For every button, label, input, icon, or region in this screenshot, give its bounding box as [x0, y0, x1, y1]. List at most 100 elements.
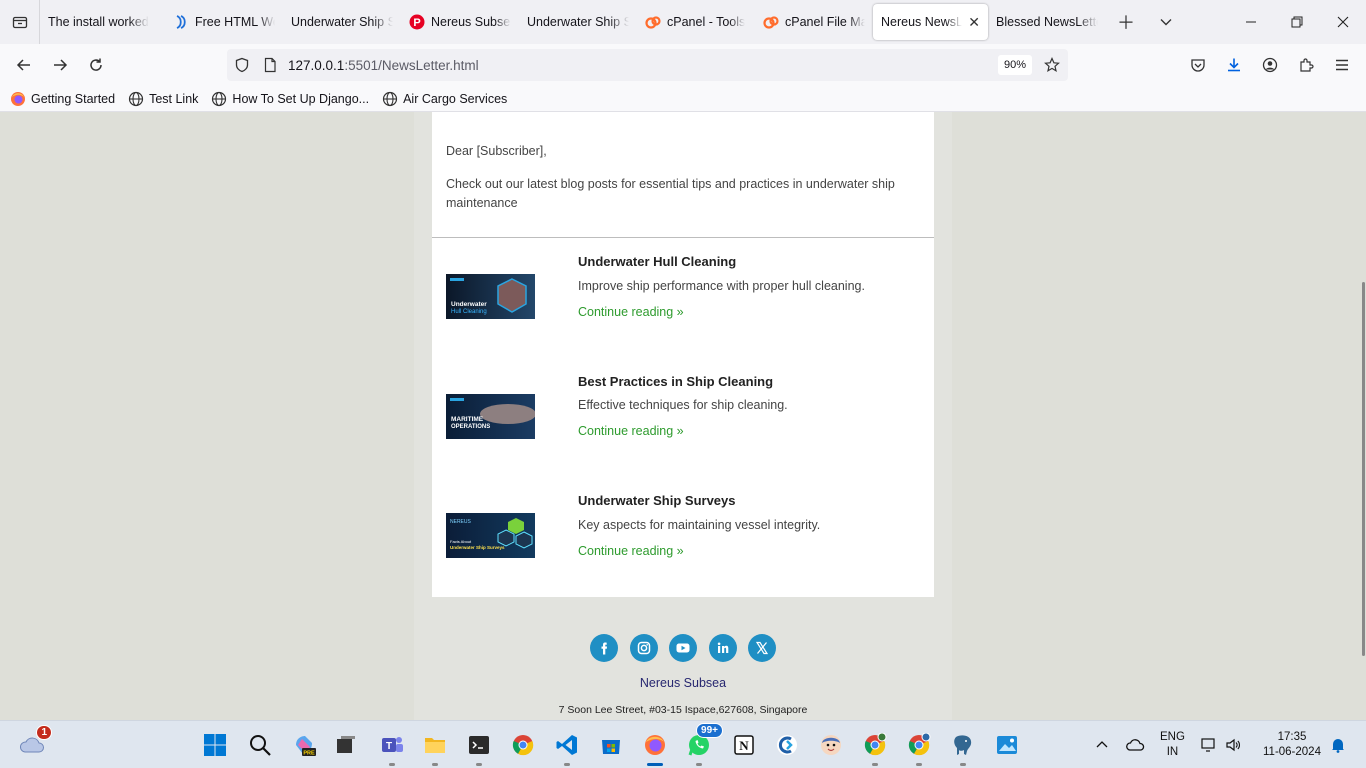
pgadmin-button[interactable] — [947, 729, 979, 766]
vscode-button[interactable] — [551, 729, 583, 766]
task-view-button[interactable] — [330, 729, 362, 761]
bookmark-test-link[interactable]: Test Link — [128, 91, 198, 107]
windows-icon — [204, 734, 226, 756]
chrome-icon — [864, 733, 887, 756]
onedrive-button[interactable] — [1126, 721, 1146, 768]
scrollbar-thumb[interactable] — [1362, 282, 1365, 656]
menu-button[interactable] — [1326, 49, 1358, 81]
bookmark-getting-started[interactable]: Getting Started — [10, 91, 115, 107]
page-scrollbar[interactable] — [1360, 112, 1366, 720]
globe-icon — [211, 91, 227, 107]
downloads-button[interactable] — [1218, 49, 1250, 81]
facebook-icon[interactable] — [590, 634, 618, 662]
copilot-button[interactable]: PRE — [288, 729, 320, 761]
divider — [432, 237, 934, 238]
blog-post: NEREUS Facts About Underwater Ship Surve… — [446, 493, 924, 573]
reload-button[interactable] — [78, 49, 114, 81]
newsletter-card: Dear [Subscriber], Check out our latest … — [432, 112, 934, 597]
x-icon[interactable] — [748, 634, 776, 662]
minimize-button[interactable] — [1228, 0, 1274, 44]
firefox-button[interactable] — [639, 729, 671, 766]
tab-free-html[interactable]: Free HTML We — [165, 4, 283, 40]
tab-underwater-ship-2[interactable]: Underwater Ship S — [519, 4, 637, 40]
new-tab-button[interactable]: ＋ — [1106, 0, 1146, 44]
running-indicator-active — [647, 763, 663, 766]
start-button[interactable] — [199, 729, 231, 761]
plus-icon: ＋ — [1117, 13, 1135, 33]
hamburger-icon — [1336, 59, 1348, 71]
youtube-icon[interactable] — [669, 634, 697, 662]
account-button[interactable] — [1254, 49, 1286, 81]
svg-text:Hull Cleaning: Hull Cleaning — [451, 309, 487, 315]
notion-button[interactable]: N — [728, 729, 760, 761]
url-path: :5501/NewsLetter.html — [344, 57, 479, 73]
svg-text:PRE: PRE — [303, 751, 315, 757]
clock[interactable]: 17:35 11-06-2024 — [1258, 721, 1326, 768]
shield-icon[interactable] — [234, 57, 250, 73]
running-indicator — [872, 763, 878, 766]
continue-reading-link[interactable]: Continue reading » — [578, 305, 684, 319]
restore-icon — [1291, 16, 1303, 28]
tab-underwater-ship-1[interactable]: Underwater Ship S — [283, 4, 401, 40]
tab-cpanel-tools[interactable]: cPanel - Tools — [637, 4, 755, 40]
forward-button[interactable] — [42, 49, 78, 81]
post-thumbnail[interactable]: NEREUS Facts About Underwater Ship Surve… — [446, 513, 535, 558]
search-button[interactable] — [244, 729, 276, 761]
chevron-up-icon — [1096, 741, 1108, 748]
ccleaner-icon — [777, 735, 797, 755]
cpanel-icon — [645, 14, 661, 30]
chrome-profile-2-button[interactable] — [903, 729, 935, 766]
post-title: Underwater Ship Surveys — [578, 493, 736, 508]
back-button[interactable] — [6, 49, 42, 81]
url-text[interactable]: 127.0.0.1:5501/NewsLetter.html — [288, 58, 479, 73]
linkedin-icon[interactable] — [708, 634, 737, 662]
tab-cpanel-file-manager[interactable]: cPanel File Ma — [755, 4, 873, 40]
notifications-button[interactable] — [1330, 721, 1346, 768]
close-tab-icon[interactable]: ✕ — [968, 14, 980, 31]
ccleaner-button[interactable] — [771, 729, 803, 761]
chrome-profile-1-button[interactable] — [859, 729, 891, 766]
post-thumbnail[interactable]: Underwater Hull Cleaning — [446, 274, 535, 319]
tab-list-button[interactable] — [1146, 0, 1186, 44]
terminal-icon — [469, 736, 489, 754]
tab-nereus-subsea[interactable]: P Nereus Subsea — [401, 4, 519, 40]
page-icon[interactable] — [262, 57, 278, 73]
bookmark-air-cargo[interactable]: Air Cargo Services — [382, 91, 507, 107]
terminal-button[interactable] — [463, 729, 495, 766]
tab-nereus-newsletter[interactable]: Nereus NewsLe ✕ — [873, 4, 988, 40]
post-description: Improve ship performance with proper hul… — [578, 279, 865, 293]
zoom-level-button[interactable]: 90% — [997, 55, 1032, 75]
chevron-down-icon — [1160, 19, 1172, 26]
url-bar[interactable]: 127.0.0.1:5501/NewsLetter.html 90% — [227, 49, 1068, 81]
bookmark-star-icon[interactable] — [1044, 57, 1060, 73]
weather-widget[interactable]: 1 — [16, 725, 52, 761]
chrome-button[interactable] — [507, 729, 539, 761]
close-window-button[interactable] — [1320, 0, 1366, 44]
avatar-app-button[interactable] — [815, 729, 847, 761]
continue-reading-link[interactable]: Continue reading » — [578, 544, 684, 558]
tab-install-worked[interactable]: The install worked — [40, 4, 165, 40]
clock-date: 11-06-2024 — [1263, 746, 1321, 758]
bookmark-django[interactable]: How To Set Up Django... — [211, 91, 369, 107]
photos-button[interactable] — [991, 729, 1023, 761]
list-all-tabs-button[interactable] — [0, 0, 40, 44]
quick-settings-button[interactable] — [1201, 721, 1241, 768]
tab-blessed-newsletter[interactable]: Blessed NewsLette — [988, 4, 1106, 40]
svg-text:MARITIME: MARITIME — [451, 416, 484, 423]
extensions-button[interactable] — [1290, 49, 1322, 81]
teams-button[interactable]: T — [376, 729, 408, 766]
restore-button[interactable] — [1274, 0, 1320, 44]
instagram-icon[interactable] — [629, 634, 658, 662]
bookmarks-toolbar: Getting Started Test Link How To Set Up … — [0, 86, 1366, 112]
file-explorer-button[interactable] — [419, 729, 451, 766]
microsoft-store-button[interactable] — [595, 729, 627, 761]
continue-reading-link[interactable]: Continue reading » — [578, 424, 684, 438]
post-thumbnail[interactable]: MARITIME OPERATIONS — [446, 394, 535, 439]
bell-icon — [1332, 739, 1344, 753]
language-indicator[interactable]: ENG IN — [1160, 721, 1185, 768]
wave-icon — [173, 14, 189, 30]
whatsapp-button[interactable]: 99+ — [683, 723, 723, 766]
show-hidden-icons-button[interactable] — [1094, 721, 1110, 768]
pinterest-icon: P — [409, 14, 425, 30]
pocket-button[interactable] — [1182, 49, 1214, 81]
